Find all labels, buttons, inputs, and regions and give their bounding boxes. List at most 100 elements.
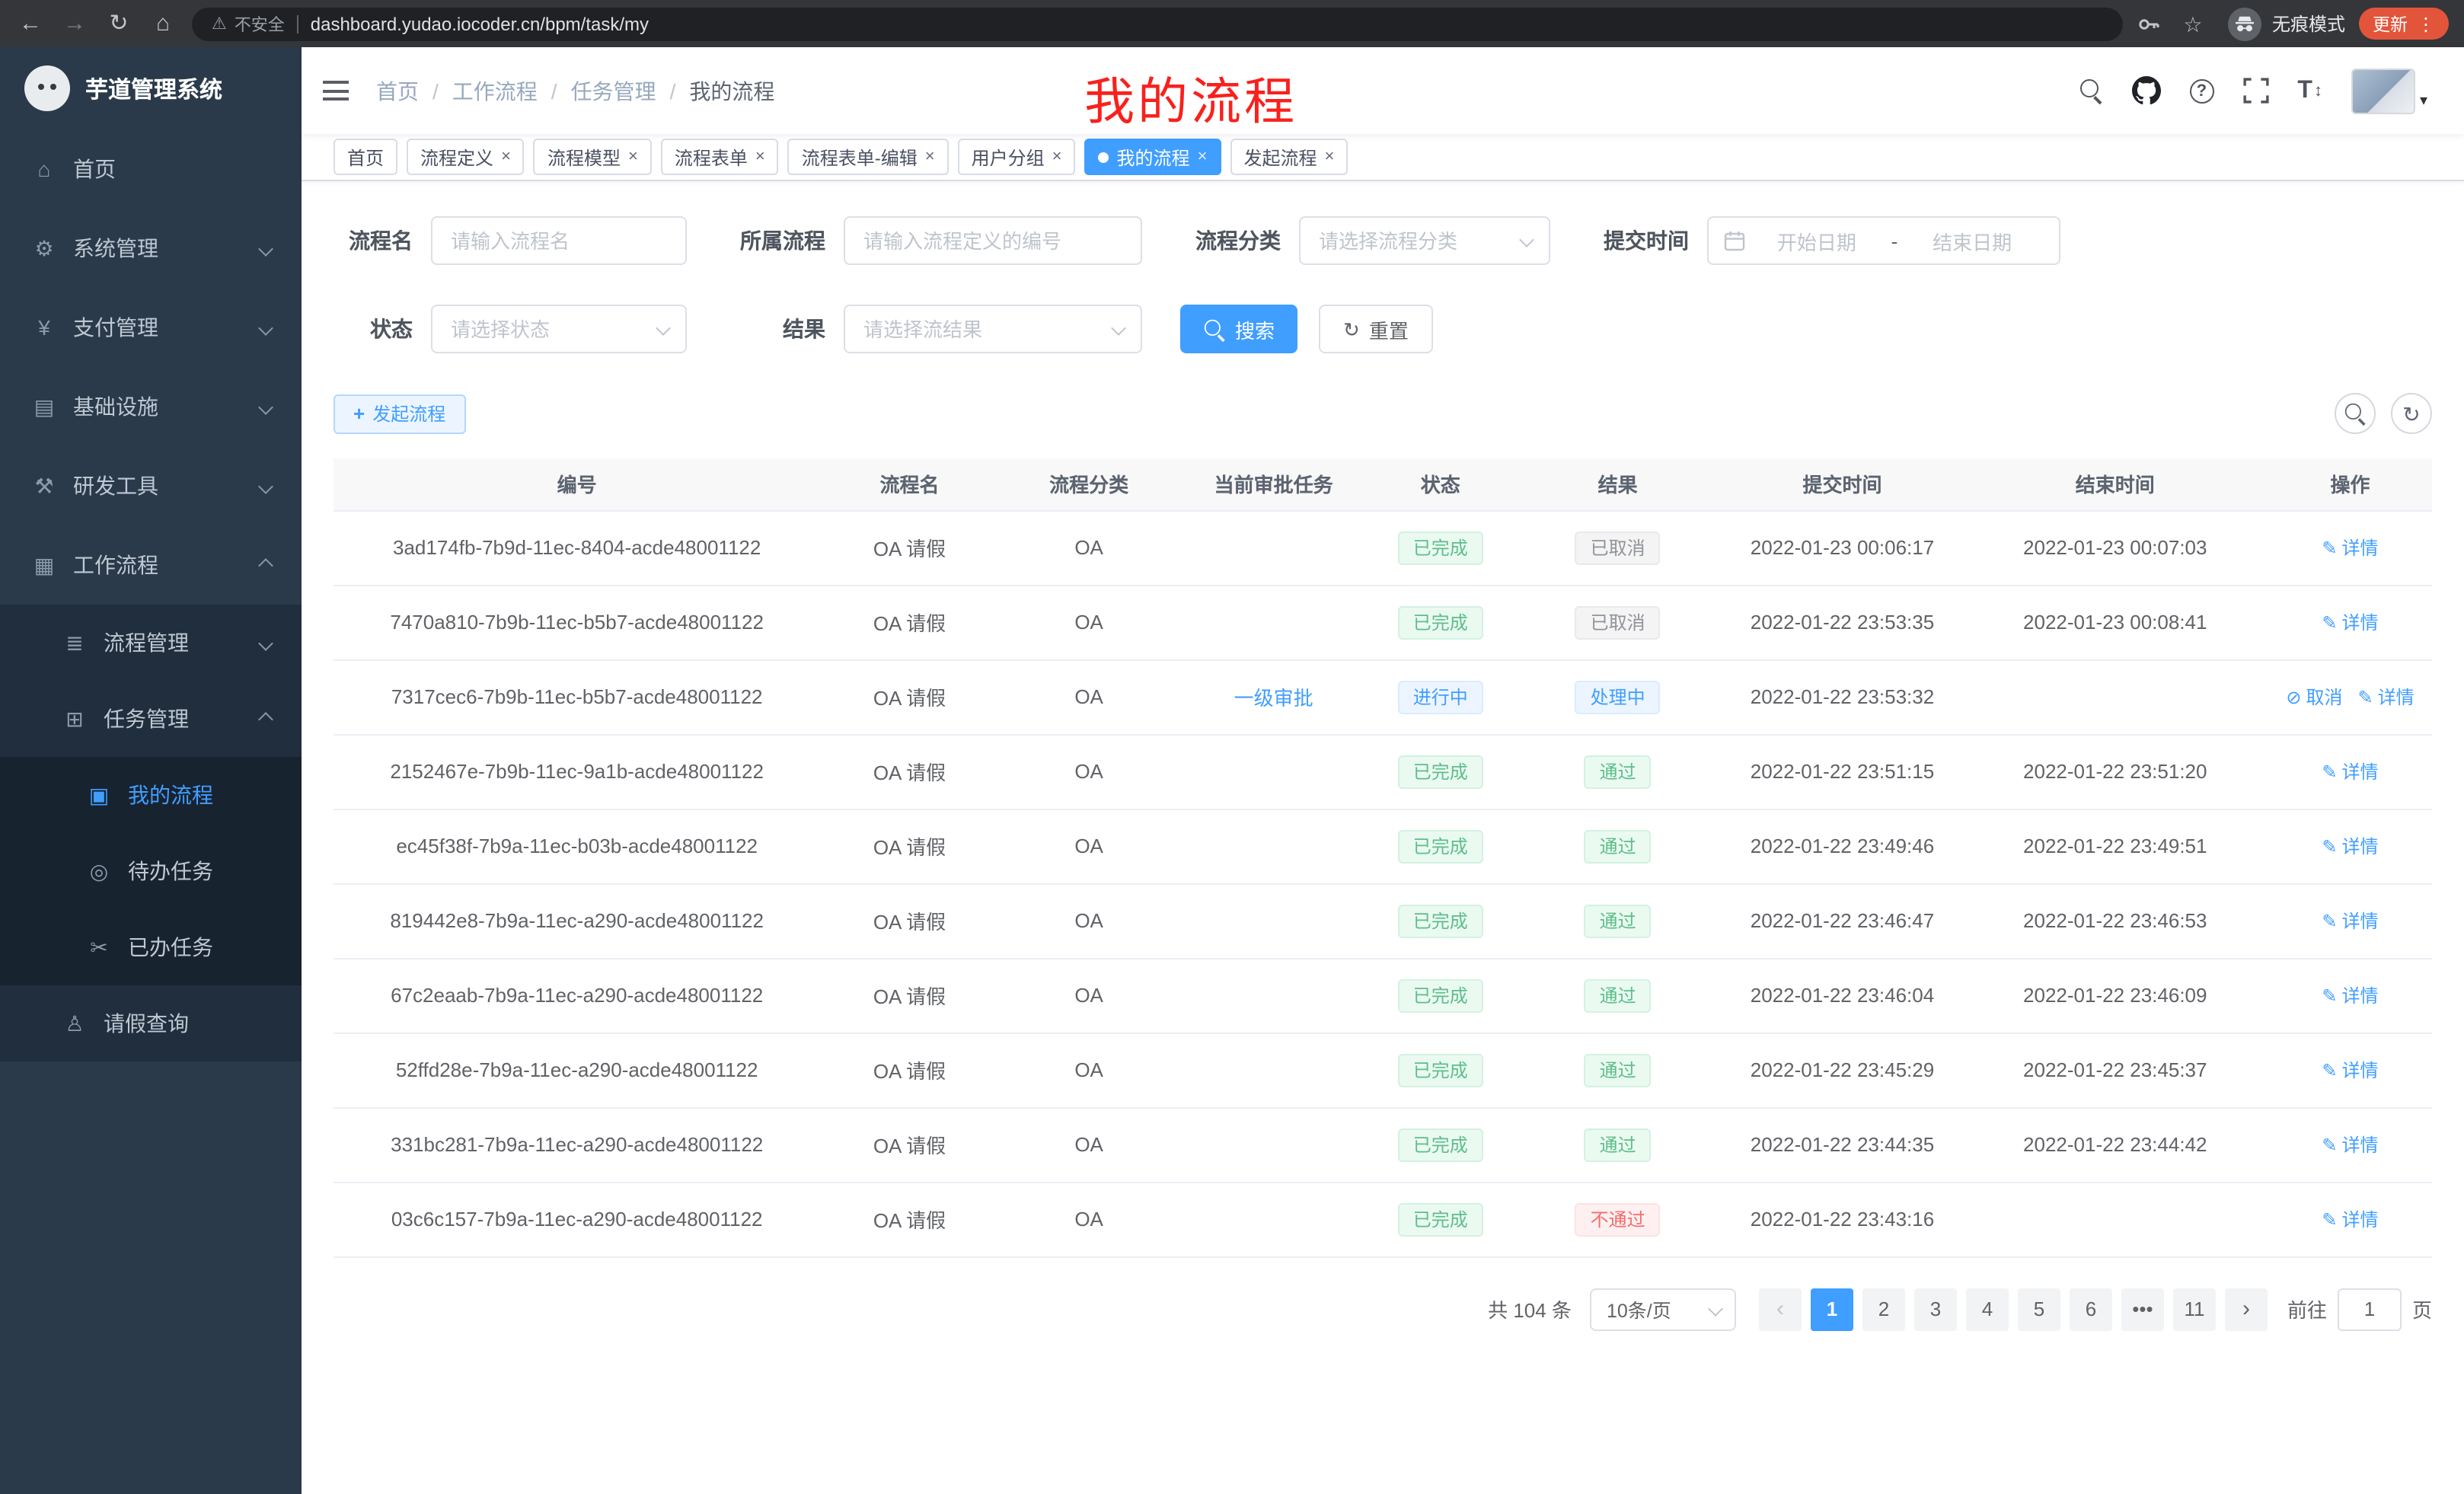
next-page-button[interactable]: ›: [2225, 1288, 2268, 1330]
prev-page-button[interactable]: ‹: [1759, 1288, 1802, 1330]
security-status[interactable]: ⚠ 不安全: [212, 11, 285, 36]
github-icon[interactable]: [2131, 76, 2160, 105]
close-icon[interactable]: ×: [628, 148, 638, 165]
page-size-select[interactable]: [1590, 1288, 1736, 1330]
breadcrumb-item[interactable]: 任务管理: [571, 75, 656, 106]
detail-link[interactable]: ✎详情: [2322, 609, 2378, 635]
breadcrumb-item[interactable]: 首页: [376, 75, 419, 106]
status-select[interactable]: [431, 305, 687, 353]
page-button-2[interactable]: 2: [1862, 1288, 1905, 1330]
sidebar-item-my-process[interactable]: ▣ 我的流程: [0, 757, 302, 833]
fullscreen-icon[interactable]: [2242, 78, 2268, 104]
yen-icon: ¥: [30, 315, 58, 340]
reload-icon[interactable]: ↻: [104, 12, 134, 35]
detail-link[interactable]: ✎详情: [2322, 908, 2378, 934]
browser-menu-icon[interactable]: ⋮: [2417, 14, 2435, 33]
key-icon[interactable]: [2137, 11, 2161, 36]
page-button-6[interactable]: 6: [2070, 1288, 2112, 1330]
close-icon[interactable]: ×: [1324, 148, 1334, 165]
detail-link[interactable]: ✎详情: [2322, 1057, 2378, 1083]
page-button-11[interactable]: 11: [2173, 1288, 2216, 1330]
tab-home[interactable]: 首页: [334, 139, 397, 175]
detail-link[interactable]: ✎详情: [2322, 833, 2378, 859]
forward-icon[interactable]: →: [59, 12, 90, 35]
tab-process-model[interactable]: 流程模型×: [534, 139, 652, 175]
close-icon[interactable]: ×: [925, 148, 935, 165]
cancel-link[interactable]: ⊘取消: [2286, 684, 2342, 710]
search-icon[interactable]: [2079, 79, 2102, 102]
sidebar-item-todo-tasks[interactable]: ◎ 待办任务: [0, 833, 302, 909]
tab-my-process[interactable]: 我的流程×: [1085, 139, 1221, 175]
detail-link[interactable]: ✎详情: [2322, 1206, 2378, 1232]
url-text[interactable]: dashboard.yudao.iocoder.cn/bpm/task/my: [311, 13, 649, 34]
table-row: 3ad174fb-7b9d-11ec-8404-acde48001122 OA …: [334, 510, 2432, 585]
cell-task: [1179, 585, 1368, 659]
update-button[interactable]: 更新 ⋮: [2359, 8, 2449, 40]
tab-start-process[interactable]: 发起流程 ×: [1230, 139, 1348, 175]
edit-icon: ✎: [2322, 1061, 2337, 1079]
cell-name: OA 请假: [820, 585, 998, 659]
detail-link[interactable]: ✎详情: [2357, 684, 2414, 710]
process-name-input[interactable]: [431, 216, 687, 265]
close-icon[interactable]: ×: [1052, 148, 1062, 165]
tab-process-form-edit[interactable]: 流程表单-编辑×: [788, 139, 949, 175]
sidebar-item-done-tasks[interactable]: ✂ 已办任务: [0, 909, 302, 985]
submit-time-range-picker[interactable]: 开始日期 - 结束日期: [1707, 216, 2060, 265]
help-icon[interactable]: ?: [2189, 78, 2213, 103]
home-icon[interactable]: ⌂: [148, 12, 178, 35]
cell-name: OA 请假: [820, 734, 998, 809]
detail-link[interactable]: ✎详情: [2322, 982, 2378, 1008]
result-label: 结果: [725, 314, 825, 344]
start-process-button[interactable]: + 发起流程: [334, 394, 465, 433]
category-select[interactable]: [1299, 216, 1550, 265]
page-button-3[interactable]: 3: [1914, 1288, 1957, 1330]
app-logo[interactable]: 芋道管理系统: [0, 47, 302, 129]
cell-status: 已完成: [1368, 734, 1513, 809]
page-button-4[interactable]: 4: [1966, 1288, 2009, 1330]
result-badge: 通过: [1585, 978, 1652, 1012]
sidebar-item-task-management[interactable]: ⊞ 任务管理: [0, 681, 302, 757]
goto-page-input[interactable]: [2338, 1288, 2402, 1330]
sidebar-item-workflow[interactable]: ▦ 工作流程: [0, 525, 302, 605]
tab-label: 发起流程: [1243, 144, 1317, 170]
font-size-icon[interactable]: T↕: [2297, 78, 2322, 103]
result-badge: 通过: [1585, 1128, 1652, 1161]
more-pages-button[interactable]: •••: [2121, 1288, 2164, 1330]
detail-link[interactable]: ✎详情: [2322, 758, 2378, 784]
bookmark-star-icon[interactable]: ☆: [2178, 13, 2208, 34]
toggle-search-button[interactable]: [2335, 393, 2376, 434]
sidebar-item-infrastructure[interactable]: ▤ 基础设施: [0, 367, 302, 446]
result-select-input[interactable]: [844, 305, 1142, 353]
status-select-input[interactable]: [431, 305, 687, 353]
sidebar-item-system[interactable]: ⚙ 系统管理: [0, 209, 302, 288]
address-bar[interactable]: ⚠ 不安全 dashboard.yudao.iocoder.cn/bpm/tas…: [192, 7, 2123, 40]
refresh-table-button[interactable]: ↻: [2391, 393, 2432, 434]
close-icon[interactable]: ×: [501, 148, 511, 165]
sidebar-item-devtools[interactable]: ⚒ 研发工具: [0, 446, 302, 525]
page-button-5[interactable]: 5: [2018, 1288, 2060, 1330]
close-icon[interactable]: ×: [755, 148, 765, 165]
sidebar-item-home[interactable]: ⌂ 首页: [0, 129, 302, 209]
detail-link[interactable]: ✎详情: [2322, 535, 2378, 560]
back-icon[interactable]: ←: [15, 12, 46, 35]
sidebar-item-leave-query[interactable]: ♙ 请假查询: [0, 985, 302, 1061]
tab-process-definition[interactable]: 流程定义×: [407, 139, 525, 175]
detail-link[interactable]: ✎详情: [2322, 1132, 2378, 1157]
sidebar-item-payment[interactable]: ¥ 支付管理: [0, 288, 302, 367]
tab-process-form[interactable]: 流程表单×: [661, 139, 779, 175]
sidebar-item-process-management[interactable]: ≣ 流程管理: [0, 605, 302, 681]
breadcrumb-separator: /: [670, 78, 676, 103]
result-select[interactable]: [844, 305, 1142, 353]
reset-button[interactable]: ↻ 重置: [1319, 305, 1433, 353]
search-button[interactable]: 搜索: [1180, 305, 1297, 353]
cell-actions: ✎详情: [2268, 734, 2432, 809]
process-definition-input[interactable]: [844, 216, 1142, 265]
menu-fold-icon[interactable]: [323, 81, 349, 101]
current-task-link[interactable]: 一级审批: [1234, 687, 1313, 710]
user-avatar[interactable]: ▾: [2351, 68, 2427, 113]
page-button-1[interactable]: 1: [1811, 1288, 1853, 1330]
category-select-input[interactable]: [1299, 216, 1550, 265]
breadcrumb-item[interactable]: 工作流程: [452, 75, 538, 106]
tab-user-group[interactable]: 用户分组×: [958, 139, 1076, 175]
close-icon[interactable]: ×: [1198, 148, 1208, 165]
